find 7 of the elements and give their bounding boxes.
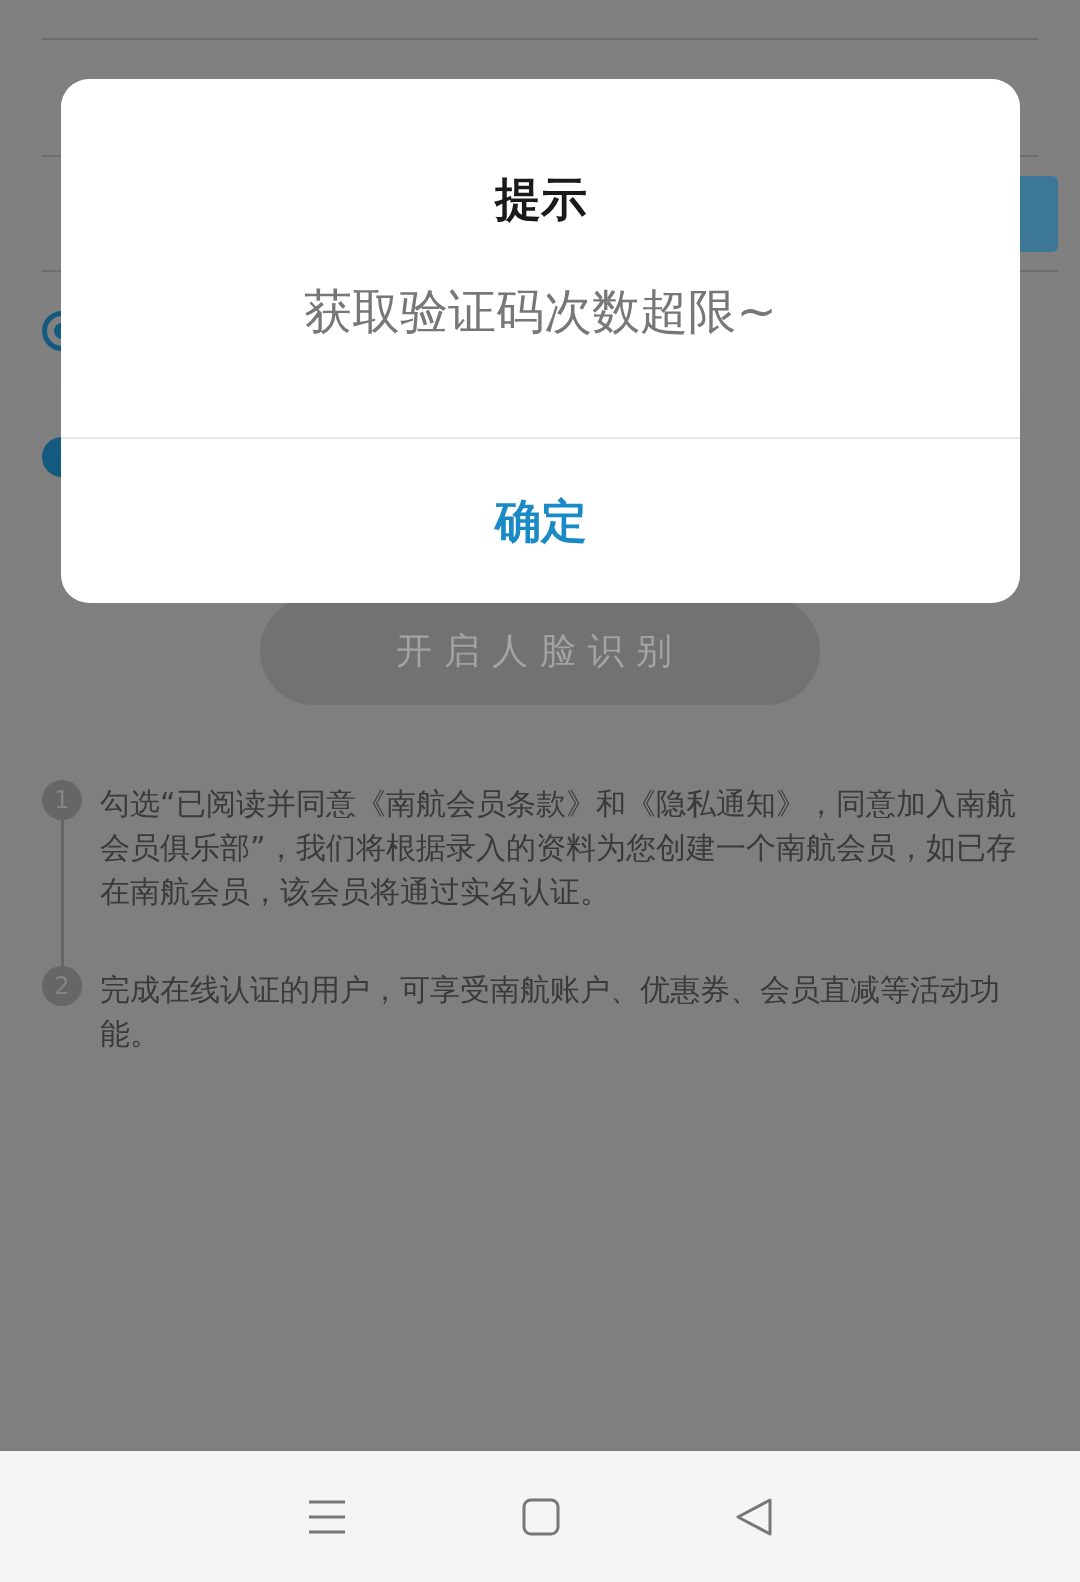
menu-icon[interactable] bbox=[307, 1498, 348, 1535]
dialog-message: 获取验证码次数超限~ bbox=[304, 283, 777, 339]
home-icon[interactable] bbox=[522, 1497, 560, 1536]
note-text: 勾选“已阅读并同意《南航会员条款》和《隐私通知》，同意加入南航会员俱乐部”，我们将根据录入的资料为您创建一个南航会员，如已存在南航会员，该会员将通过实名认证。 bbox=[100, 785, 1017, 911]
dialog-title: 提示 bbox=[494, 171, 587, 227]
back-icon[interactable] bbox=[734, 1496, 773, 1537]
note-text: 完成在线认证的用户，可享受南航账户、优惠券、会员直减等活动功能。 bbox=[100, 971, 1001, 1053]
